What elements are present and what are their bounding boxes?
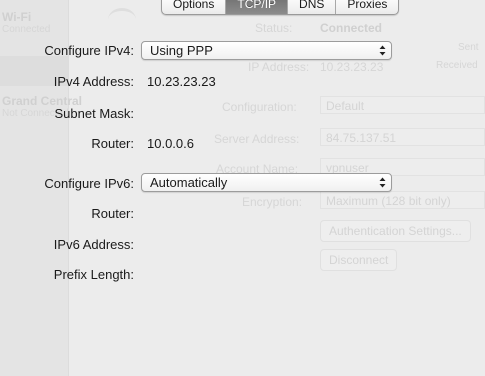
popup-arrows-icon xyxy=(379,45,386,56)
bg-encryption-label: Encryption: xyxy=(242,195,303,209)
bg-server-label: Server Address: xyxy=(214,132,300,146)
ipv4-router-label: Router: xyxy=(91,136,134,151)
bg-configuration-label: Configuration: xyxy=(222,100,297,114)
ipv4-router-value: 10.0.0.6 xyxy=(147,136,194,151)
configure-ipv4-label: Configure IPv4: xyxy=(44,43,134,58)
bg-received-label: Received xyxy=(436,60,478,71)
configure-ipv6-popup[interactable]: Automatically xyxy=(141,173,392,192)
configure-ipv6-label: Configure IPv6: xyxy=(44,176,134,191)
bg-configuration-field: Default xyxy=(320,96,485,114)
prefix-length-label: Prefix Length: xyxy=(53,267,134,282)
configure-ipv6-value: Automatically xyxy=(150,175,228,190)
tab-tcp-ip[interactable]: TCP/IP xyxy=(225,0,288,14)
bg-sent-label: Sent xyxy=(458,42,479,53)
tab-options[interactable]: Options xyxy=(162,0,225,14)
popup-arrows-icon xyxy=(379,177,386,188)
ipv6-router-label: Router: xyxy=(91,206,134,221)
bg-auth-button: Authentication Settings... xyxy=(320,220,471,242)
tab-proxies[interactable]: Proxies xyxy=(335,0,398,14)
wifi-icon xyxy=(108,8,136,31)
subnet-mask-label: Subnet Mask: xyxy=(54,106,135,121)
tab-bar: Options TCP/IP DNS Proxies xyxy=(161,0,400,15)
bg-encryption-field: Maximum (128 bit only) xyxy=(320,191,485,209)
bg-ip-value: 10.23.23.23 xyxy=(320,60,384,74)
bg-status-label: Status: xyxy=(255,21,293,35)
bg-disconnect-button: Disconnect xyxy=(320,249,398,271)
ipv4-address-value: 10.23.23.23 xyxy=(147,74,216,89)
bg-ip-label: IP Address: xyxy=(248,60,310,74)
ipv4-address-label: IPv4 Address: xyxy=(53,74,134,89)
ipv6-address-label: IPv6 Address: xyxy=(53,237,134,252)
bg-sidebar-wifi: Wi-Fi xyxy=(2,10,32,24)
bg-status-value: Connected xyxy=(320,21,383,35)
bg-server-field: 84.75.137.51 xyxy=(320,128,485,146)
tab-dns[interactable]: DNS xyxy=(287,0,335,14)
bg-sidebar-wifi-status: Connected xyxy=(2,24,51,35)
configure-ipv4-popup[interactable]: Using PPP xyxy=(141,41,392,60)
configure-ipv4-value: Using PPP xyxy=(150,43,213,58)
